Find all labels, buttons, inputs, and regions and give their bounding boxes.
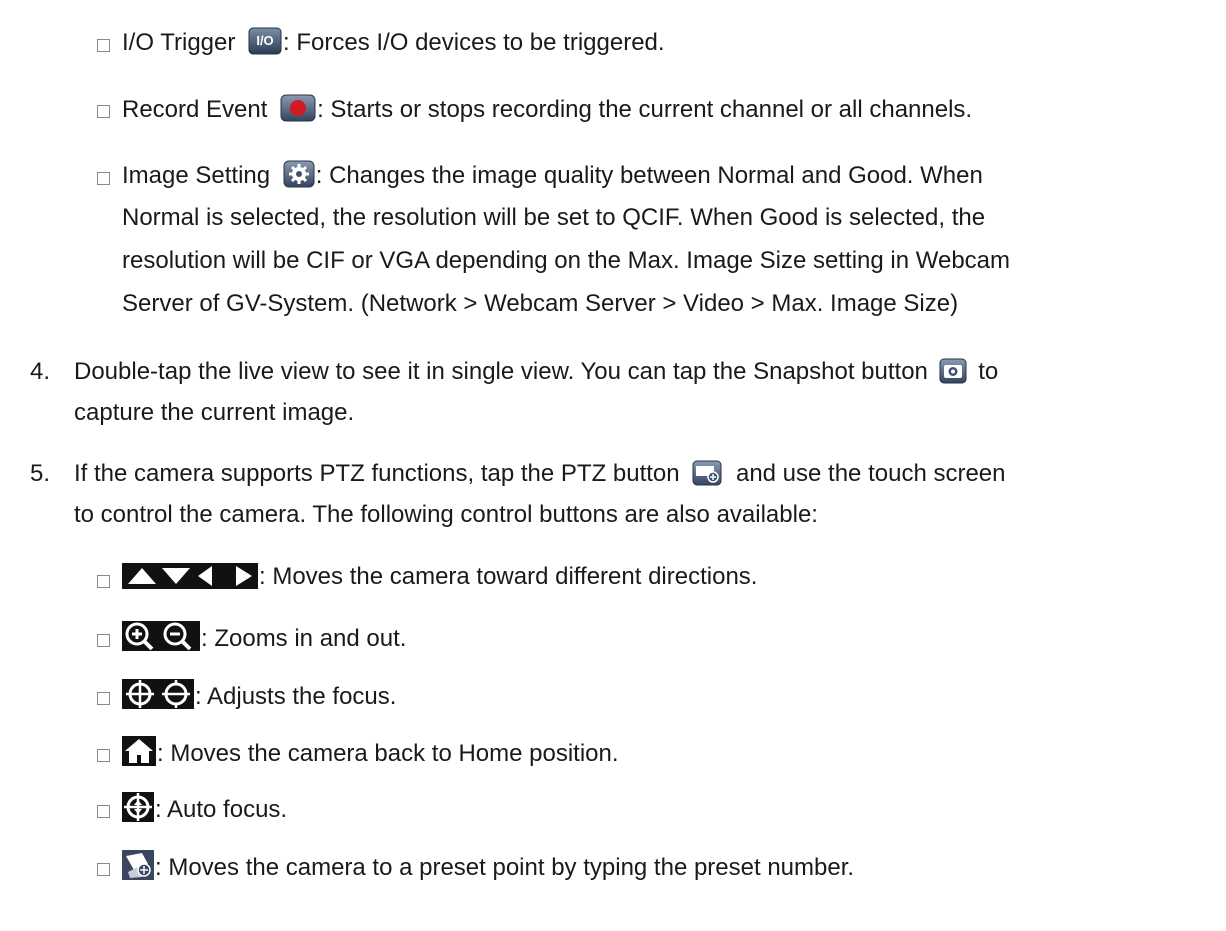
bullet — [97, 863, 110, 876]
direction-arrows-icon[interactable] — [122, 563, 258, 589]
io-trigger-desc: : Forces I/O devices to be triggered. — [283, 29, 665, 56]
record-event-label: Record Event — [122, 96, 268, 123]
step-4-line-2: capture the current image. — [74, 399, 355, 426]
focus-icons[interactable] — [122, 679, 194, 709]
step-4-text: Double-tap the live view to see it in si… — [74, 358, 928, 385]
step-5-line-2: to control the camera. The following con… — [74, 501, 818, 528]
ptz-directions-desc: : Moves the camera toward different dire… — [259, 563, 758, 590]
preset-icon[interactable] — [122, 850, 154, 880]
image-setting-desc-1: : Changes the image quality between Norm… — [315, 162, 983, 189]
step-5-line-1: If the camera supports PTZ functions, ta… — [74, 459, 1006, 489]
record-icon[interactable] — [280, 94, 316, 122]
io-trigger-label: I/O Trigger — [122, 29, 236, 56]
io-trigger-icon[interactable]: I/O — [248, 27, 282, 55]
image-setting-desc-4: Server of GV-System. (Network > Webcam S… — [122, 290, 959, 317]
ptz-auto-focus-desc: : Auto focus. — [155, 796, 288, 823]
ptz-directions-item: : Moves the camera toward different dire… — [122, 562, 757, 592]
image-setting-label: Image Setting — [122, 162, 271, 189]
ptz-home-desc: : Moves the camera back to Home position… — [157, 740, 619, 767]
step-5-text: If the camera supports PTZ functions, ta… — [74, 460, 680, 487]
step-5-text-after: and use the touch screen — [735, 460, 1006, 487]
ptz-zoom-item: : Zooms in and out. — [122, 621, 406, 654]
auto-focus-icon[interactable] — [122, 792, 154, 822]
ptz-icon[interactable] — [692, 460, 722, 486]
bullet — [97, 172, 110, 185]
ptz-focus-desc: : Adjusts the focus. — [195, 683, 397, 710]
zoom-icons[interactable] — [122, 621, 200, 651]
home-icon[interactable] — [122, 736, 156, 766]
record-event-item: Record Event : Starts or stops recording… — [122, 94, 972, 125]
bullet — [97, 634, 110, 647]
record-event-desc: : Starts or stops recording the current … — [317, 96, 973, 123]
io-trigger-item: I/O Trigger I/O : Forces I/O devices to … — [122, 27, 665, 58]
image-setting-desc-3: resolution will be CIF or VGA depending … — [122, 247, 1011, 274]
step-4-text-after: to — [978, 358, 999, 385]
bullet — [97, 692, 110, 705]
ptz-zoom-desc: : Zooms in and out. — [201, 625, 407, 652]
ptz-focus-item: : Adjusts the focus. — [122, 679, 396, 712]
camera-icon[interactable] — [939, 358, 967, 384]
step-5-number: 5. — [30, 460, 51, 487]
ptz-auto-focus-item: : Auto focus. — [122, 792, 287, 825]
bullet — [97, 805, 110, 818]
step-4-line-1: Double-tap the live view to see it in si… — [74, 357, 998, 387]
ptz-preset-desc: : Moves the camera to a preset point by … — [155, 854, 855, 881]
bullet — [97, 39, 110, 52]
image-setting-desc-2: Normal is selected, the resolution will … — [122, 204, 986, 231]
svg-text:I/O: I/O — [256, 33, 273, 48]
image-setting-item: Image Setting : Changes the image qualit… — [122, 160, 983, 191]
ptz-home-item: : Moves the camera back to Home position… — [122, 736, 619, 769]
bullet — [97, 749, 110, 762]
ptz-preset-item: : Moves the camera to a preset point by … — [122, 850, 854, 883]
bullet — [97, 105, 110, 118]
bullet — [97, 575, 110, 588]
gear-icon[interactable] — [283, 160, 315, 188]
step-4-number: 4. — [30, 358, 51, 385]
